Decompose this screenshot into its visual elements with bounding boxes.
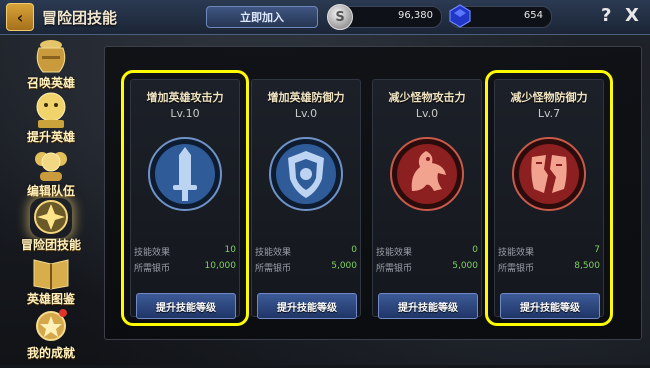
effect-label: 技能效果 [376, 248, 413, 258]
book-icon [33, 259, 69, 290]
upgrade-skill-button[interactable]: 提升技能等级 [136, 293, 236, 319]
card-title: 减少怪物防御力 [510, 91, 588, 104]
effect-row: 技能效果 0 [376, 245, 478, 259]
card-title: 增加英雄攻击力 [146, 91, 224, 104]
cost-row: 所需银币 8,500 [498, 261, 600, 275]
sidebar-item-codex[interactable]: 英雄图鉴 [14, 252, 88, 314]
cost-value: 5,000 [331, 261, 357, 271]
shield-icon [269, 137, 343, 211]
effect-row: 技能效果 7 [498, 245, 600, 259]
top-bar: ‹ 冒险团技能 立即加入 S 96,380 654 ? X [0, 0, 650, 35]
silver-amount: 96,380 [398, 10, 433, 21]
dragon-icon [390, 137, 464, 211]
skills-panel: 增加英雄攻击力 Lv.10 技能效果 10 所需银币 10,000 提升技能等级… [104, 46, 642, 340]
silver-counter: S 96,380 [327, 4, 442, 30]
cost-label: 所需银币 [255, 264, 292, 274]
skill-card-hero-defense: 增加英雄防御力 Lv.0 技能效果 0 所需银币 5,000 提升技能等级 [251, 79, 361, 319]
skill-icon [34, 200, 68, 234]
close-button[interactable]: X [625, 5, 639, 26]
sidebar-item-guild-skill[interactable]: 冒险团技能 [14, 198, 88, 260]
cost-label: 所需银币 [376, 264, 413, 274]
cost-value: 10,000 [204, 261, 237, 271]
skill-card-monster-attack: 减少怪物攻击力 Lv.0 技能效果 0 所需银币 5,000 提升技能等级 [372, 79, 482, 319]
card-title: 减少怪物攻击力 [388, 91, 466, 104]
page-title: 冒险团技能 [42, 8, 118, 27]
jar-icon [36, 40, 66, 73]
card-level: Lv.7 [537, 107, 561, 120]
upgrade-skill-button[interactable]: 提升技能等级 [500, 293, 600, 319]
skill-card-monster-defense: 减少怪物防御力 Lv.7 技能效果 7 所需银币 8,500 提升技能等级 [485, 70, 613, 326]
cost-label: 所需银币 [134, 264, 171, 274]
sidebar-item-levelup[interactable]: 提升英雄 [14, 90, 88, 152]
join-now-button[interactable]: 立即加入 [206, 6, 318, 28]
card-level: Lv.10 [170, 107, 200, 120]
card-title: 增加英雄防御力 [267, 91, 345, 104]
sidebar-label: 提升英雄 [26, 130, 75, 144]
sidebar: 召唤英雄 提升英雄 编辑队伍 冒险团技能 英雄图鉴 我的成就 [0, 36, 98, 365]
silver-coin-icon: S [327, 4, 353, 30]
sword-icon [148, 137, 222, 211]
sidebar-label: 英雄图鉴 [26, 292, 75, 306]
card-level: Lv.0 [415, 107, 439, 120]
cost-value: 8,500 [574, 261, 600, 271]
cost-row: 所需银币 5,000 [376, 261, 478, 275]
sidebar-item-summon[interactable]: 召唤英雄 [14, 36, 88, 98]
sidebar-label: 我的成就 [26, 346, 75, 360]
sidebar-item-achievements[interactable]: 我的成就 [14, 306, 88, 368]
help-button[interactable]: ? [601, 5, 611, 26]
effect-value: 0 [351, 245, 357, 255]
effect-label: 技能效果 [498, 248, 535, 258]
sidebar-label: 冒险团技能 [20, 238, 81, 252]
sidebar-item-team[interactable]: 编辑队伍 [14, 144, 88, 206]
card-level: Lv.0 [294, 107, 318, 120]
cost-row: 所需银币 10,000 [134, 261, 236, 275]
back-icon[interactable]: ‹ [6, 3, 34, 31]
gem-counter: 654 [449, 4, 552, 28]
upgrade-skill-button[interactable]: 提升技能等级 [257, 293, 357, 319]
effect-value: 7 [594, 245, 600, 255]
cost-row: 所需银币 5,000 [255, 261, 357, 275]
title-area: ‹ 冒险团技能 [6, 3, 118, 31]
team-icon [35, 152, 67, 181]
effect-label: 技能效果 [255, 248, 292, 258]
cost-value: 5,000 [452, 261, 478, 271]
gem-icon [449, 4, 471, 28]
upgrade-skill-button[interactable]: 提升技能等级 [378, 293, 478, 319]
broken-shield-icon [512, 137, 586, 211]
effect-row: 技能效果 0 [255, 245, 357, 259]
skill-card-hero-attack: 增加英雄攻击力 Lv.10 技能效果 10 所需银币 10,000 提升技能等级 [121, 70, 249, 326]
cost-label: 所需银币 [498, 264, 535, 274]
effect-value: 0 [472, 245, 478, 255]
sidebar-label: 召唤英雄 [26, 76, 75, 90]
medal-icon [36, 309, 67, 341]
effect-value: 10 [224, 245, 236, 255]
levelup-icon [36, 92, 66, 128]
effect-row: 技能效果 10 [134, 245, 236, 259]
effect-label: 技能效果 [134, 248, 171, 258]
gem-amount: 654 [523, 10, 543, 21]
sidebar-label: 编辑队伍 [26, 184, 75, 198]
